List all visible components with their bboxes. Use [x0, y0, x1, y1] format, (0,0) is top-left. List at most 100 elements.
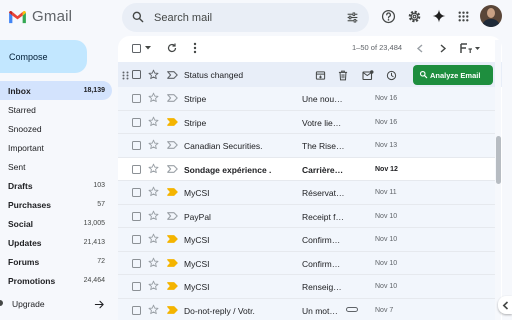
important-marker-icon[interactable]: [167, 235, 178, 243]
search-input[interactable]: [154, 8, 324, 27]
upgrade-button[interactable]: Upgrade: [0, 294, 112, 314]
drag-handle-icon[interactable]: [122, 71, 129, 80]
sidebar-item-social[interactable]: Social 13,005: [0, 214, 112, 233]
star-icon[interactable]: [148, 257, 159, 268]
sidebar-item-starred[interactable]: Starred: [0, 100, 112, 119]
email-row[interactable]: Canadian Securities. The Rise… Nov 13: [118, 134, 495, 158]
sidebar-item-label: Forums: [8, 256, 40, 267]
email-row[interactable]: MyCSI Réservat… Nov 11: [118, 181, 495, 205]
star-icon[interactable]: [148, 116, 159, 127]
star-icon[interactable]: [148, 186, 159, 197]
important-marker-icon[interactable]: [167, 211, 178, 220]
email-row[interactable]: MyCSI Confirm… Nov 10: [118, 228, 495, 252]
search-options-icon[interactable]: [346, 11, 359, 24]
row-checkbox[interactable]: [132, 117, 141, 127]
email-row[interactable]: MyCSI Renseig… Nov 10: [118, 275, 495, 299]
sidebar-item-updates[interactable]: Updates 21,413: [0, 233, 112, 252]
archive-icon[interactable]: [315, 70, 326, 81]
account-avatar[interactable]: [480, 5, 502, 27]
help-icon[interactable]: [379, 7, 397, 25]
sidebar-item-purchases[interactable]: Purchases 57: [0, 195, 112, 214]
important-marker-icon[interactable]: [167, 282, 178, 290]
email-date: Nov 10: [375, 212, 398, 220]
important-marker-icon[interactable]: [167, 305, 178, 314]
email-date: Nov 12: [375, 165, 398, 173]
star-icon[interactable]: [148, 92, 159, 103]
chevron-left-icon[interactable]: [416, 44, 424, 53]
row-checkbox[interactable]: [132, 141, 141, 150]
sidebar-item-snoozed[interactable]: Snoozed: [0, 119, 112, 138]
email-date: Nov 10: [375, 283, 398, 290]
email-date: Nov 16: [375, 118, 398, 126]
attachment-chip-icon[interactable]: [346, 306, 358, 312]
row-checkbox[interactable]: [132, 305, 141, 315]
email-row[interactable]: Stripe Votre lie… Nov 16: [118, 110, 495, 134]
compose-button[interactable]: Compose: [0, 40, 87, 73]
chevron-down-icon[interactable]: [145, 46, 151, 50]
gemini-sparkle-icon[interactable]: [430, 7, 448, 25]
email-subject: The Rise…: [302, 141, 345, 151]
selection-checkbox[interactable]: [132, 70, 141, 79]
star-icon[interactable]: [148, 304, 159, 315]
row-checkbox[interactable]: [132, 258, 141, 268]
email-row[interactable]: PayPal Receipt f… Nov 10: [118, 204, 495, 228]
more-vert-icon[interactable]: [193, 42, 197, 54]
sidebar-item-drafts[interactable]: Drafts 103: [0, 176, 112, 195]
apps-grid-icon[interactable]: [454, 7, 472, 25]
star-icon[interactable]: [148, 210, 159, 221]
email-row[interactable]: Do-not-reply / Votr. Un mot… Nov 7: [118, 298, 495, 320]
star-icon[interactable]: [148, 280, 159, 291]
row-checkbox[interactable]: [132, 235, 141, 244]
refresh-icon[interactable]: [166, 42, 178, 54]
row-checkbox[interactable]: [132, 188, 141, 197]
sidebar-item-label: Promotions: [8, 275, 56, 286]
email-row[interactable]: MyCSI Confirm… Nov 10: [118, 251, 495, 275]
star-icon[interactable]: [148, 139, 159, 150]
side-panel-toggle[interactable]: [498, 296, 512, 314]
snooze-clock-icon[interactable]: [386, 70, 397, 81]
sidebar-item-sent[interactable]: Sent: [0, 157, 112, 176]
email-subject: Confirm…: [302, 258, 341, 269]
row-checkbox[interactable]: [132, 164, 141, 174]
settings-gear-icon[interactable]: [405, 7, 423, 25]
search-bar[interactable]: [122, 3, 369, 32]
sidebar-item-label: Purchases: [8, 199, 51, 210]
email-row[interactable]: Sondage expérience . Carrière… Nov 12: [118, 157, 495, 181]
important-marker-icon[interactable]: [167, 164, 178, 173]
row-checkbox[interactable]: [132, 282, 141, 291]
email-sender: Stripe: [184, 94, 207, 104]
star-icon[interactable]: [148, 233, 159, 244]
email-sender: Canadian Securities.: [184, 141, 263, 151]
star-icon[interactable]: [148, 69, 159, 80]
sidebar-item-count: 57: [97, 201, 105, 208]
important-marker-icon[interactable]: [167, 258, 178, 267]
row-checkbox[interactable]: [132, 94, 141, 103]
analyze-email-button[interactable]: Analyze Email: [413, 65, 493, 85]
input-tools-icon[interactable]: [460, 43, 480, 54]
row-checkbox[interactable]: [132, 211, 141, 221]
sidebar-item-label: Important: [8, 142, 44, 153]
email-row[interactable]: Stripe Une nou… Nov 16: [118, 87, 495, 111]
important-marker-icon[interactable]: [167, 94, 178, 102]
email-subject: Renseig…: [302, 282, 342, 292]
app-title: Gmail: [32, 8, 73, 25]
delete-trash-icon[interactable]: [338, 70, 348, 81]
select-all-checkbox[interactable]: [132, 44, 141, 53]
scrollbar-thumb[interactable]: [496, 136, 501, 184]
star-icon[interactable]: [148, 163, 159, 174]
sidebar-item-forums[interactable]: Forums 72: [0, 252, 112, 271]
important-marker-icon[interactable]: [167, 117, 178, 126]
search-icon[interactable]: [131, 10, 145, 24]
gmail-logo[interactable]: Gmail: [8, 8, 72, 25]
sidebar-item-promotions[interactable]: Promotions 24,464: [0, 271, 112, 290]
important-marker-icon[interactable]: [167, 71, 178, 79]
sidebar-item-count: 24,464: [83, 277, 105, 284]
sidebar-item-important[interactable]: Important: [0, 138, 112, 157]
sidebar-item-inbox[interactable]: Inbox 18,139: [0, 81, 112, 100]
important-marker-icon[interactable]: [167, 141, 178, 149]
important-marker-icon[interactable]: [167, 188, 178, 196]
sidebar-item-label: Social: [8, 218, 34, 229]
mark-as-unread-icon[interactable]: [362, 70, 374, 81]
arrow-right-icon: [94, 300, 104, 309]
chevron-right-icon[interactable]: [439, 44, 447, 53]
